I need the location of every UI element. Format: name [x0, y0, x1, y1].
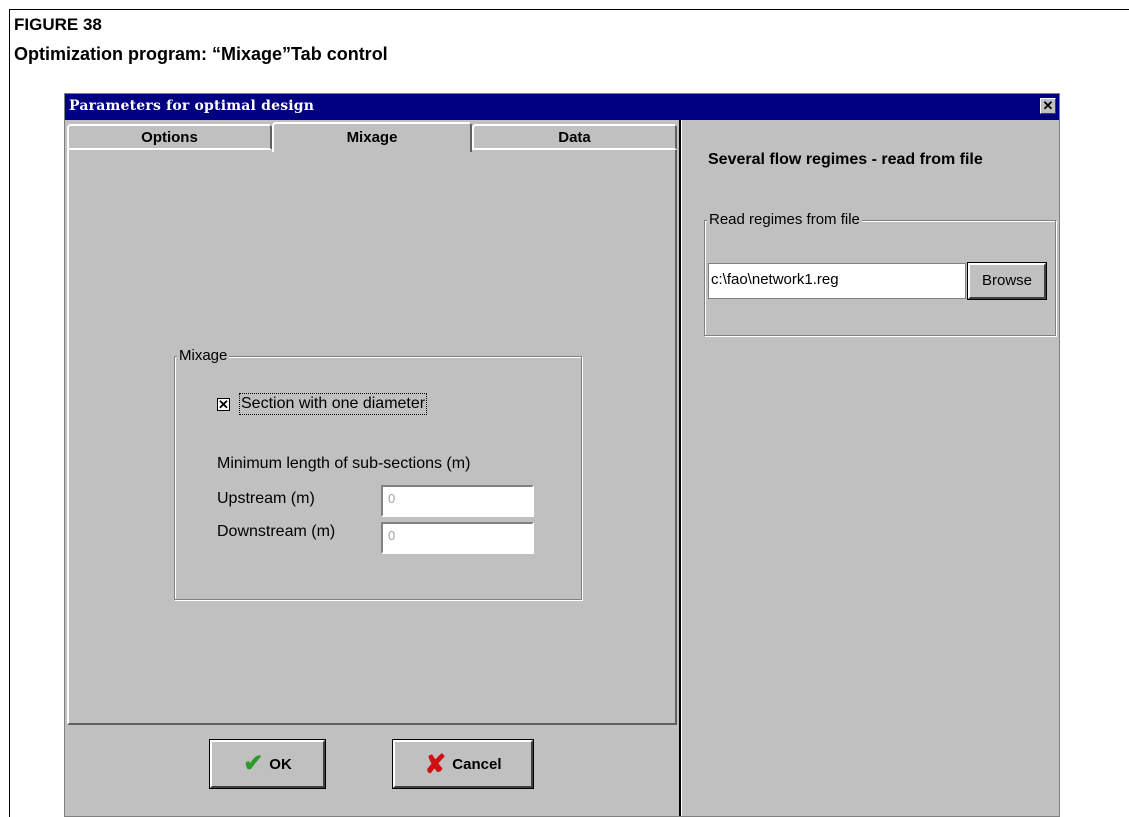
upstream-label: Upstream (m) [217, 490, 315, 507]
min-length-label: Minimum length of sub-sections (m) [217, 455, 471, 472]
figure-label: FIGURE 38 [14, 15, 102, 34]
section-one-diameter-label[interactable]: Section with one diameter [239, 393, 428, 415]
checkmark-icon: ✕ [218, 397, 229, 412]
window-title: Parameters for optimal design [69, 98, 315, 114]
right-pane-title: Several flow regimes - read from file [708, 151, 983, 168]
close-button[interactable]: ✕ [1040, 98, 1056, 114]
cancel-button-label: Cancel [452, 755, 502, 773]
regimes-file-input[interactable]: c:\fao\network1.reg [708, 263, 966, 299]
tab-panel-mixage: Mixage ✕ Section with one diameter Minim… [67, 150, 677, 725]
title-bar[interactable]: Parameters for optimal design ✕ [65, 94, 1059, 120]
ok-button[interactable]: ✔ OK [209, 739, 326, 789]
right-pane: Several flow regimes - read from file Re… [681, 120, 1059, 816]
parameters-dialog: Parameters for optimal design ✕ Options … [64, 93, 1060, 817]
cancel-button[interactable]: ✘ Cancel [392, 739, 534, 789]
x-icon: ✘ [424, 749, 447, 779]
ok-button-label: OK [269, 755, 292, 773]
downstream-input[interactable]: 0 [381, 522, 534, 554]
downstream-label: Downstream (m) [217, 523, 336, 540]
read-regimes-legend: Read regimes from file [707, 211, 862, 228]
mixage-groupbox: Mixage ✕ Section with one diameter Minim… [174, 347, 582, 600]
mixage-group-legend: Mixage [177, 347, 230, 364]
section-one-diameter-checkbox[interactable]: ✕ [217, 398, 230, 411]
tab-mixage[interactable]: Mixage [272, 122, 472, 152]
browse-button[interactable]: Browse [967, 262, 1047, 300]
upstream-input[interactable]: 0 [381, 485, 534, 517]
tab-data[interactable]: Data [472, 124, 677, 150]
left-pane: Options Mixage Data Mixage ✕ Section wit… [65, 120, 679, 816]
close-icon: ✕ [1042, 98, 1054, 113]
read-regimes-groupbox: Read regimes from file c:\fao\network1.r… [704, 211, 1056, 336]
checkmark-icon: ✔ [243, 750, 264, 777]
figure-caption: Optimization program: “Mixage”Tab contro… [14, 44, 388, 64]
tab-options[interactable]: Options [67, 124, 272, 150]
